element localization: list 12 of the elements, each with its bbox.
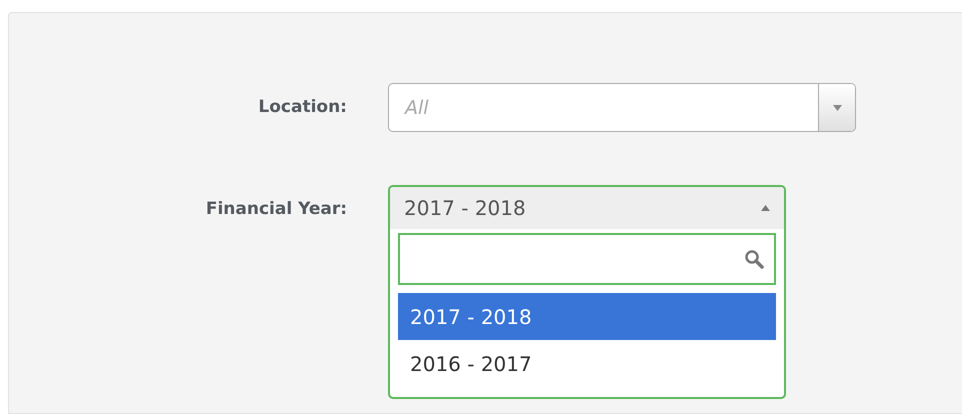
dropdown-header[interactable]: 2017 - 2018 — [390, 187, 784, 229]
field-label: Financial Year: — [206, 198, 347, 221]
field-label: Location: — [258, 96, 347, 119]
dropdown-option[interactable]: 2017 - 2018 — [398, 293, 776, 340]
search-field[interactable] — [398, 233, 776, 285]
select-placeholder: All — [403, 96, 430, 118]
search-icon — [744, 249, 764, 269]
dropdown-option[interactable]: 2016 - 2017 — [398, 340, 776, 387]
selected-value: 2017 - 2018 — [404, 196, 526, 220]
caret-down-icon — [832, 104, 842, 110]
caret-up-icon — [761, 205, 770, 211]
year-dropdown[interactable]: 2017 - 2018 2017 - 2018 2016 - 2017 — [388, 185, 786, 399]
